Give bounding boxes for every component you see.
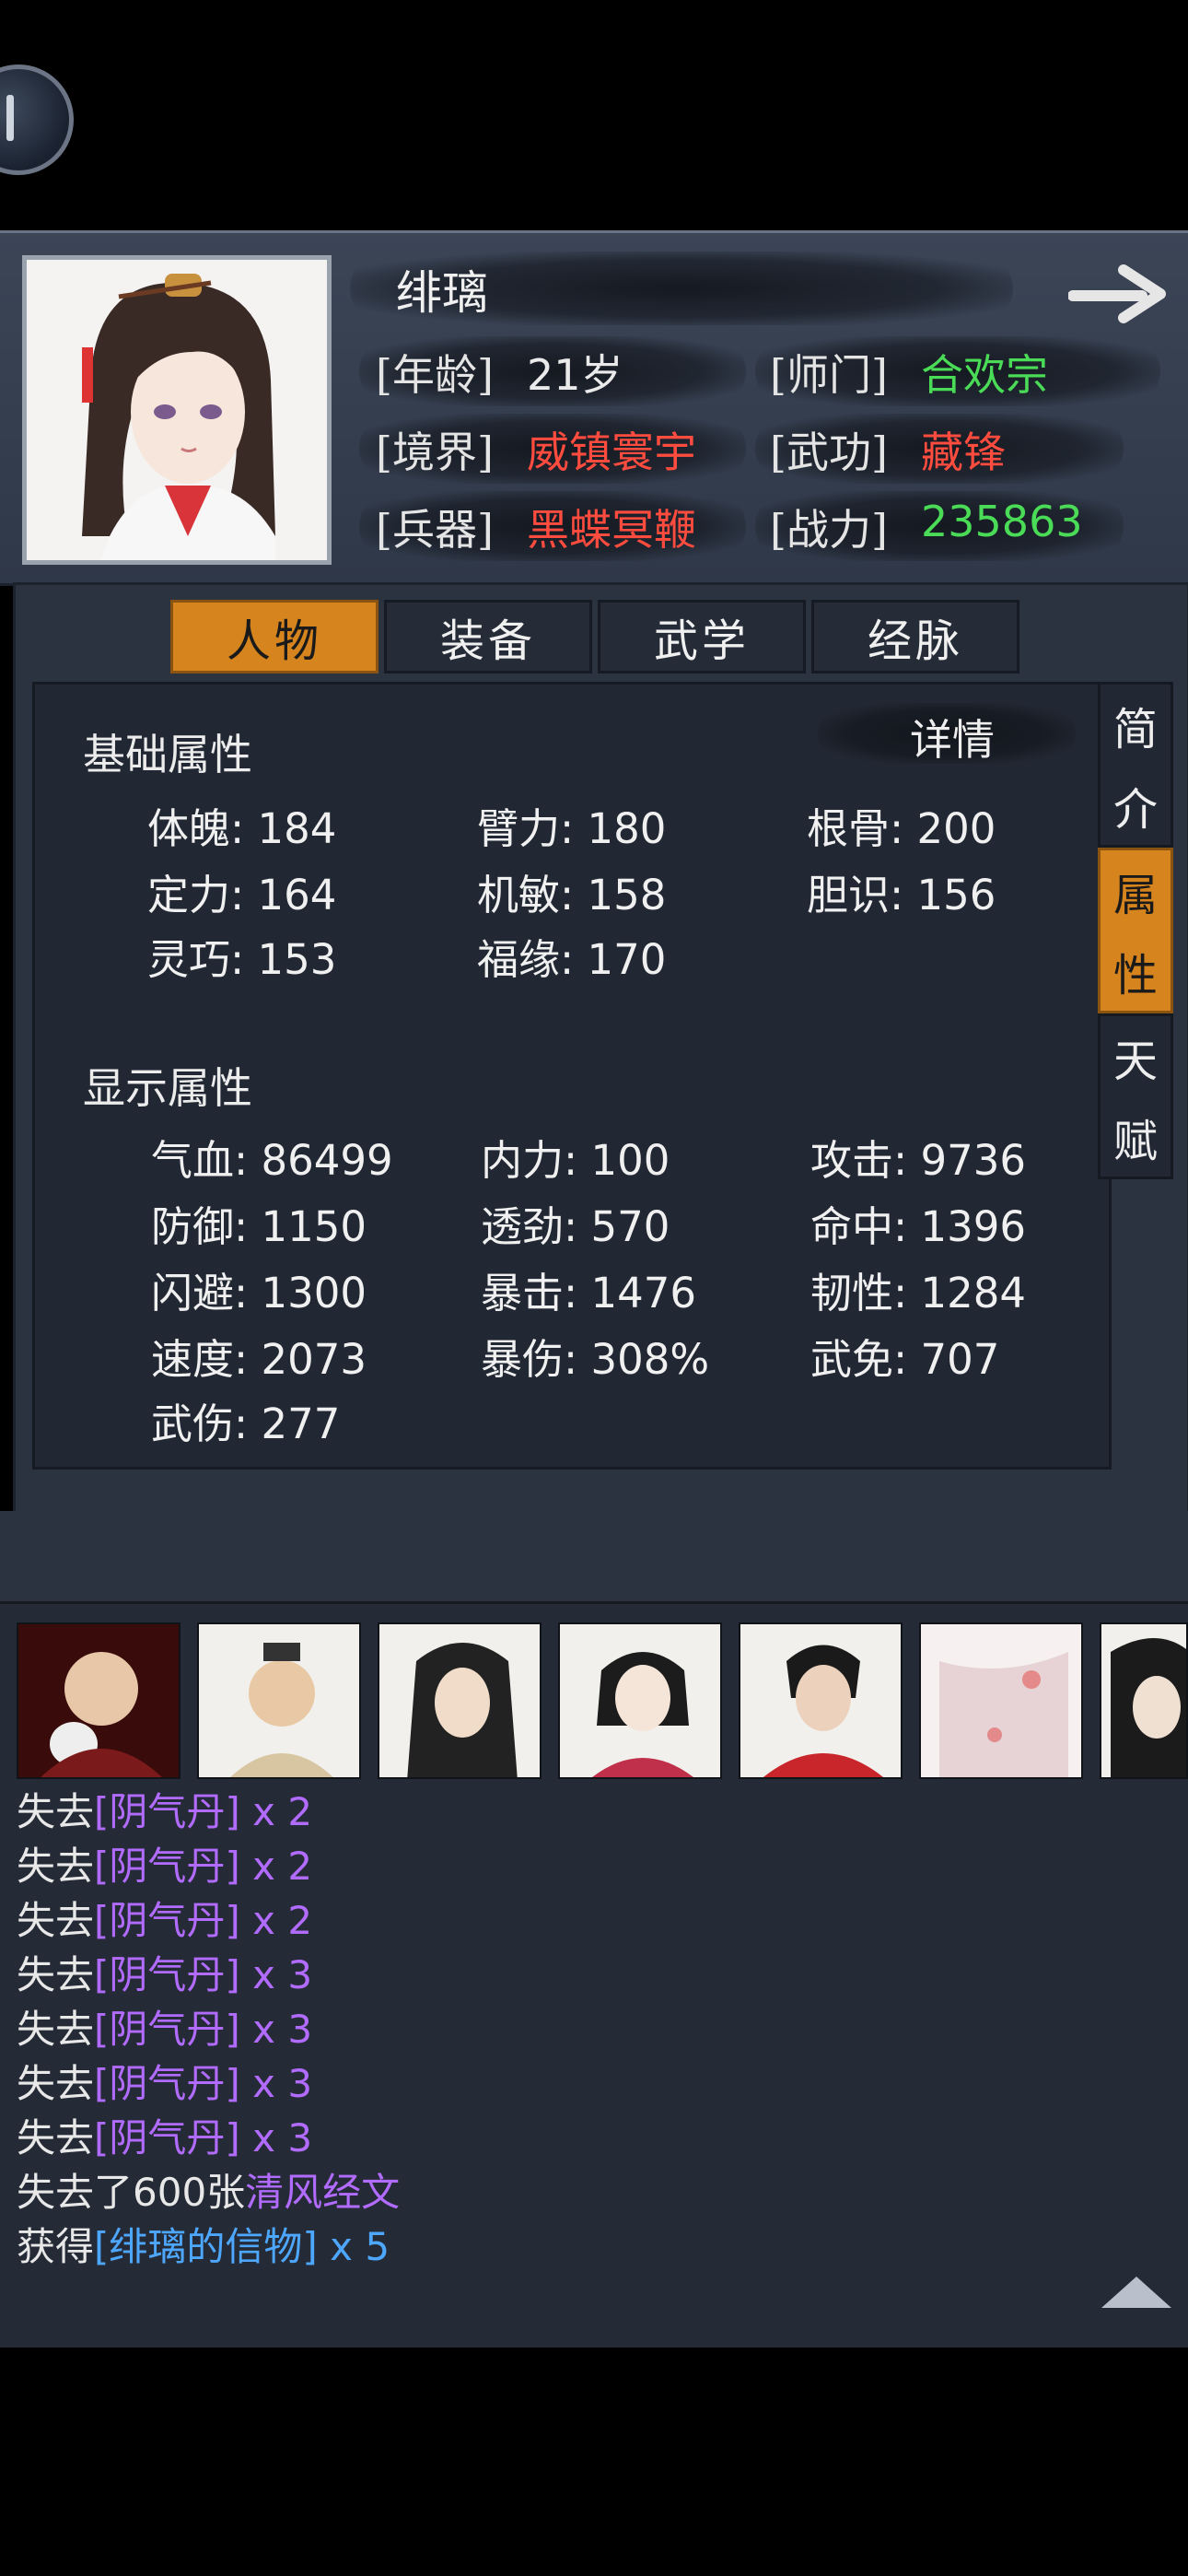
- sect-label: [师门]: [770, 350, 888, 400]
- tab-meridians[interactable]: 经脉: [811, 600, 1019, 673]
- detail-label: 详情: [910, 715, 995, 765]
- stat-crit-damage: 暴伤: 308%: [481, 1335, 710, 1384]
- npc-portrait[interactable]: [1100, 1622, 1188, 1779]
- side-tab-intro-char2: 介: [1112, 783, 1158, 836]
- side-tab-talent[interactable]: 天 赋: [1098, 1013, 1173, 1179]
- tab-martial-arts[interactable]: 武学: [598, 600, 806, 673]
- character-name: 绯璃: [396, 266, 488, 320]
- log-entry: 失去[阴气丹] x 3: [17, 1952, 313, 1997]
- stat-focus: 定力: 164: [147, 871, 337, 919]
- power-value: 235863: [921, 497, 1083, 546]
- attribute-panel: 人物 装备 武学 经脉 详情 基础属性 体魄: 184 臂力: 180 根骨: …: [13, 582, 1188, 1514]
- log-entry: 获得[绯璃的信物] x 5: [17, 2224, 390, 2269]
- stat-courage: 胆识: 156: [807, 871, 996, 919]
- next-arrow-icon[interactable]: [1068, 261, 1170, 325]
- stat-constitution: 根骨: 200: [807, 804, 996, 853]
- stat-physique: 体魄: 184: [147, 804, 337, 853]
- stat-attack: 攻击: 9736: [810, 1136, 1026, 1185]
- tab-equipment[interactable]: 装备: [384, 600, 592, 673]
- log-entry: 失去了600张清风经文: [17, 2170, 401, 2215]
- stat-toughness: 韧性: 1284: [810, 1269, 1026, 1317]
- weapon-value: 黑蝶冥鞭: [527, 505, 696, 555]
- stat-speed: 速度: 2073: [151, 1335, 367, 1384]
- stat-fortune: 福缘: 170: [477, 935, 667, 984]
- npc-portrait[interactable]: [919, 1622, 1083, 1779]
- npc-portrait[interactable]: [378, 1622, 542, 1779]
- panel-footer: [0, 1511, 1188, 1601]
- attribute-box: 详情 基础属性 体魄: 184 臂力: 180 根骨: 200 定力: 164 …: [32, 682, 1112, 1469]
- side-tab-attributes[interactable]: 属 性: [1098, 848, 1173, 1013]
- log-entry: 失去[阴气丹] x 3: [17, 2061, 313, 2106]
- stat-hit: 命中: 1396: [810, 1202, 1026, 1251]
- realm-label: [境界]: [376, 427, 494, 477]
- stat-martial-damage: 武伤: 277: [151, 1399, 341, 1448]
- log-entry: 失去[阴气丹] x 2: [17, 1898, 313, 1943]
- npc-portrait[interactable]: [197, 1622, 361, 1779]
- age-value: 21岁: [527, 350, 623, 400]
- side-tab-intro[interactable]: 简 介: [1098, 682, 1173, 848]
- stat-dexterity: 灵巧: 153: [147, 935, 337, 984]
- stat-hp: 气血: 86499: [151, 1136, 393, 1185]
- stat-defense: 防御: 1150: [151, 1202, 367, 1251]
- detail-button[interactable]: 详情: [818, 703, 1076, 765]
- stat-dodge: 闪避: 1300: [151, 1269, 367, 1317]
- stat-crit: 暴击: 1476: [481, 1269, 696, 1317]
- log-entry: 失去[阴气丹] x 3: [17, 2007, 313, 2052]
- scroll-up-icon[interactable]: [1101, 2277, 1171, 2308]
- stat-arm-strength: 臂力: 180: [477, 804, 667, 853]
- npc-portrait[interactable]: [17, 1622, 181, 1779]
- side-tab-talent-char1: 天: [1112, 1035, 1158, 1087]
- side-tab-talent-char2: 赋: [1112, 1115, 1158, 1167]
- realm-value: 威镇寰宇: [527, 427, 696, 477]
- stat-inner-power: 内力: 100: [481, 1136, 670, 1185]
- log-entry: 失去[阴气丹] x 2: [17, 1789, 313, 1834]
- basic-attributes-title: 基础属性: [83, 730, 252, 779]
- stat-agility: 机敏: 158: [477, 871, 667, 919]
- display-attributes-title: 显示属性: [83, 1063, 252, 1113]
- npc-portrait[interactable]: [739, 1622, 903, 1779]
- event-area: 失去[阴气丹] x 2 失去[阴气丹] x 2 失去[阴气丹] x 2 失去[阴…: [0, 1601, 1188, 2348]
- side-tab-intro-char1: 简: [1112, 703, 1158, 755]
- npc-portrait[interactable]: [558, 1622, 722, 1779]
- log-entry: 失去[阴气丹] x 2: [17, 1844, 313, 1889]
- age-label: [年龄]: [376, 350, 494, 400]
- weapon-label: [兵器]: [376, 505, 494, 555]
- tab-character[interactable]: 人物: [170, 600, 379, 673]
- stat-penetration: 透劲: 570: [481, 1202, 670, 1251]
- martial-art-value: 藏锋: [921, 427, 1006, 477]
- stat-martial-immunity: 武免: 707: [810, 1335, 1000, 1384]
- back-button[interactable]: [0, 64, 74, 175]
- character-portrait: [22, 255, 332, 565]
- log-entry: 失去[阴气丹] x 3: [17, 2115, 313, 2160]
- side-tab-attributes-char2: 性: [1112, 949, 1158, 1001]
- sect-value: 合欢宗: [921, 350, 1048, 400]
- side-tab-attributes-char1: 属: [1112, 869, 1158, 921]
- power-label: [战力]: [770, 505, 888, 555]
- character-header: 绯璃 [年龄] 21岁 [师门] 合欢宗 [境界] 威镇寰宇 [武功] 藏锋 […: [0, 230, 1188, 586]
- back-icon: [6, 95, 14, 141]
- martial-art-label: [武功]: [770, 427, 888, 477]
